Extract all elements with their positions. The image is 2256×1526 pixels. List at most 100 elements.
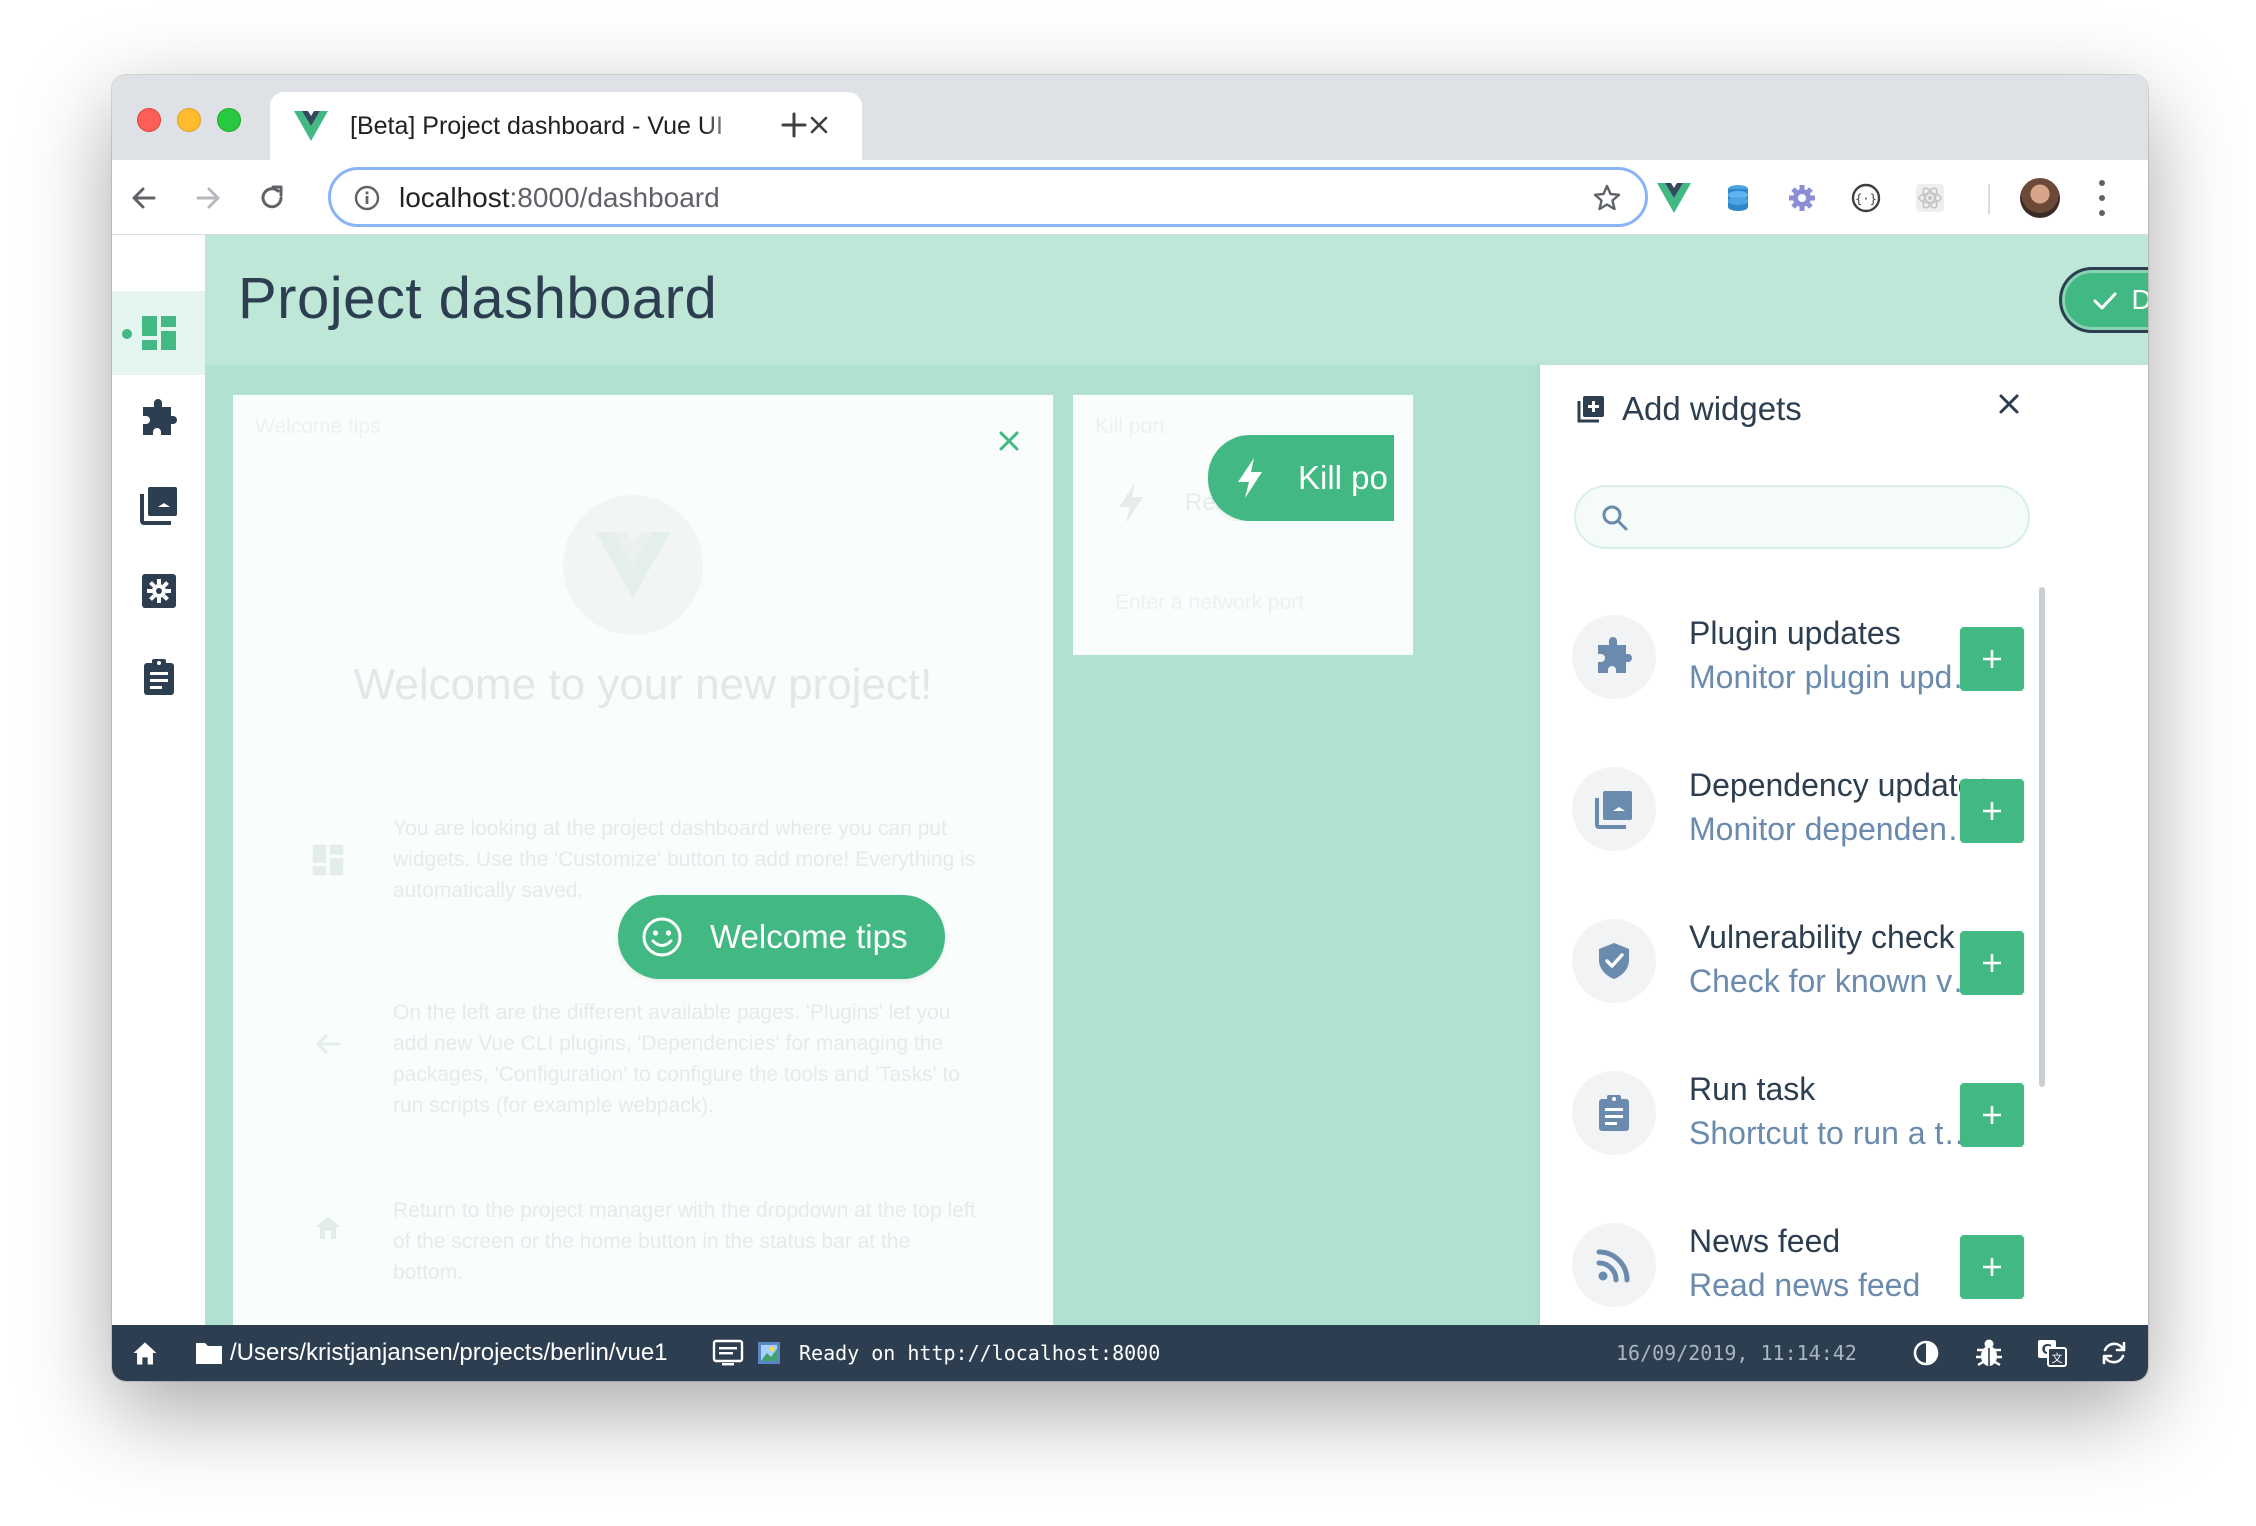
- dashboard-icon: [141, 316, 176, 350]
- port-input[interactable]: Enter a network port: [1115, 591, 1304, 615]
- tip-text: On the left are the different available …: [393, 1001, 961, 1117]
- welcome-tips-drag-handle[interactable]: Welcome tips: [618, 895, 945, 979]
- remove-widget-icon[interactable]: [993, 425, 1025, 457]
- console-icon: [712, 1339, 744, 1366]
- browser-menu-icon[interactable]: [2096, 180, 2108, 216]
- nav-dependencies[interactable]: [112, 463, 205, 547]
- panel-scrollbar[interactable]: [2039, 587, 2045, 1087]
- item-name: Dependency updates: [1689, 767, 1992, 803]
- smile-icon: [642, 917, 682, 957]
- plus-icon: [1983, 1106, 2001, 1124]
- item-description: Shortcut to run a task: [1689, 1115, 1989, 1151]
- gear-extension-icon[interactable]: [1784, 180, 1820, 216]
- close-panel-icon[interactable]: [1994, 389, 2024, 419]
- dashboard-tip-icon: [312, 844, 344, 876]
- home-icon: [133, 1342, 157, 1365]
- widget-title: Kill port: [1095, 415, 1166, 438]
- library-icon: [1595, 791, 1632, 829]
- toolbar-divider: [1988, 184, 1990, 214]
- folder-icon: [196, 1343, 222, 1364]
- done-button[interactable]: Done: [2059, 267, 2148, 333]
- tab-title: [Beta] Project dashboard - Vue UI: [350, 111, 723, 140]
- reload-button[interactable]: [252, 178, 292, 218]
- back-button[interactable]: [124, 178, 164, 218]
- browser-toolbar: localhost:8000/dashboard {·}: [112, 160, 2148, 235]
- bolt-icon: [1238, 458, 1262, 498]
- log-type-icon: [758, 1342, 780, 1364]
- info-icon[interactable]: [353, 184, 381, 212]
- database-extension-icon[interactable]: [1720, 180, 1756, 216]
- plus-icon: [1983, 802, 2001, 820]
- log-entry[interactable]: Ready on http://localhost:8000: [757, 1325, 1160, 1381]
- add-widget-button[interactable]: [1960, 1235, 2024, 1299]
- url-text: localhost:8000/dashboard: [399, 182, 720, 213]
- widget-item-run-task[interactable]: Run task Shortcut to run a task: [1540, 1041, 2148, 1191]
- add-widget-button[interactable]: [1960, 1083, 2024, 1147]
- add-widget-button[interactable]: [1960, 779, 2024, 843]
- console-log-button[interactable]: [712, 1325, 744, 1381]
- widget-item-plugin-updates[interactable]: Plugin updates Monitor plugin updates: [1540, 585, 2148, 735]
- report-bug-button[interactable]: [1975, 1325, 2003, 1381]
- item-icon-circle: [1572, 767, 1656, 851]
- refresh-button[interactable]: [2100, 1325, 2128, 1381]
- settings-icon: [141, 574, 176, 608]
- widget-search-input[interactable]: [1574, 485, 2030, 549]
- widget-item-news-feed[interactable]: News feed Read news feed: [1540, 1193, 2148, 1325]
- browser-window: [Beta] Project dashboard - Vue UI localh…: [112, 75, 2148, 1381]
- bookmark-star-icon[interactable]: [1591, 182, 1623, 214]
- page-header: Project dashboard Done: [205, 235, 2148, 365]
- home-button[interactable]: [130, 1325, 160, 1381]
- drag-label: Kill po: [1298, 459, 1388, 496]
- widget-title: Welcome tips: [255, 415, 381, 438]
- plus-icon: [1983, 650, 2001, 668]
- panel-title: Add widgets: [1622, 390, 1802, 427]
- log-text: Ready on http://localhost:8000: [799, 1341, 1161, 1365]
- item-name: Plugin updates: [1689, 615, 1901, 651]
- add-widgets-panel: Add widgets Plugin updates Monitor plugi…: [1540, 365, 2148, 1325]
- project-path[interactable]: /Users/kristjanjansen/projects/berlin/vu…: [194, 1325, 668, 1381]
- item-icon-circle: [1572, 615, 1656, 699]
- add-widget-button[interactable]: [1960, 931, 2024, 995]
- kill-port-drag-handle[interactable]: Kill po: [1208, 435, 1394, 521]
- minimize-window-button[interactable]: [177, 108, 201, 132]
- translate-icon: G文: [2038, 1340, 2067, 1367]
- puzzle-icon: [1598, 637, 1632, 673]
- vue-devtools-extension-icon[interactable]: [1656, 180, 1692, 216]
- new-tab-icon[interactable]: [774, 105, 814, 145]
- kill-port-widget[interactable]: Kill port Rea Enter a network port: [1073, 395, 1413, 655]
- item-icon-circle: [1572, 919, 1656, 1003]
- clipboard-icon: [143, 659, 174, 695]
- widget-item-dependency-updates[interactable]: Dependency updates Monitor dependencies …: [1540, 737, 2148, 887]
- plus-icon: [1983, 954, 2001, 972]
- item-name: Run task: [1689, 1071, 1816, 1107]
- react-extension-icon[interactable]: [1912, 180, 1948, 216]
- item-description: Read news feed: [1689, 1267, 1921, 1303]
- tip-text: Return to the project manager with the d…: [393, 1199, 976, 1284]
- project-path-text: /Users/kristjanjansen/projects/berlin/vu…: [230, 1339, 668, 1366]
- library-icon: [139, 487, 177, 525]
- profile-avatar[interactable]: [2020, 178, 2060, 218]
- close-window-button[interactable]: [137, 108, 161, 132]
- widget-item-vulnerability-check[interactable]: Vulnerability check Check for known vuln…: [1540, 889, 2148, 1039]
- welcome-heading: Welcome to your new project!: [353, 660, 933, 709]
- vue-favicon-icon: [294, 111, 328, 141]
- home-tip-icon: [316, 1216, 340, 1239]
- nav-plugins[interactable]: [112, 377, 205, 461]
- code-extension-icon[interactable]: {·}: [1848, 180, 1884, 216]
- item-icon-circle: [1572, 1223, 1656, 1307]
- tab-bar: [Beta] Project dashboard - Vue UI: [112, 75, 2148, 160]
- forward-button[interactable]: [188, 178, 228, 218]
- welcome-widget[interactable]: Welcome tips Welcome to your new project…: [233, 395, 1053, 1325]
- check-icon: [2093, 292, 2117, 310]
- maximize-window-button[interactable]: [217, 108, 241, 132]
- nav-dashboard[interactable]: [112, 291, 205, 375]
- dark-mode-toggle[interactable]: [1912, 1325, 1940, 1381]
- vue-ui-app: Project dashboard Done Welcome tips Welc…: [112, 235, 2148, 1381]
- svg-text:文: 文: [2052, 1351, 2063, 1365]
- address-bar[interactable]: localhost:8000/dashboard: [328, 167, 1648, 227]
- add-widget-button[interactable]: [1960, 627, 2024, 691]
- nav-tasks[interactable]: [112, 635, 205, 719]
- translate-button[interactable]: G文: [2036, 1325, 2068, 1381]
- datetime-text: 16/09/2019, 11:14:42: [1616, 1341, 1857, 1365]
- nav-configuration[interactable]: [112, 549, 205, 633]
